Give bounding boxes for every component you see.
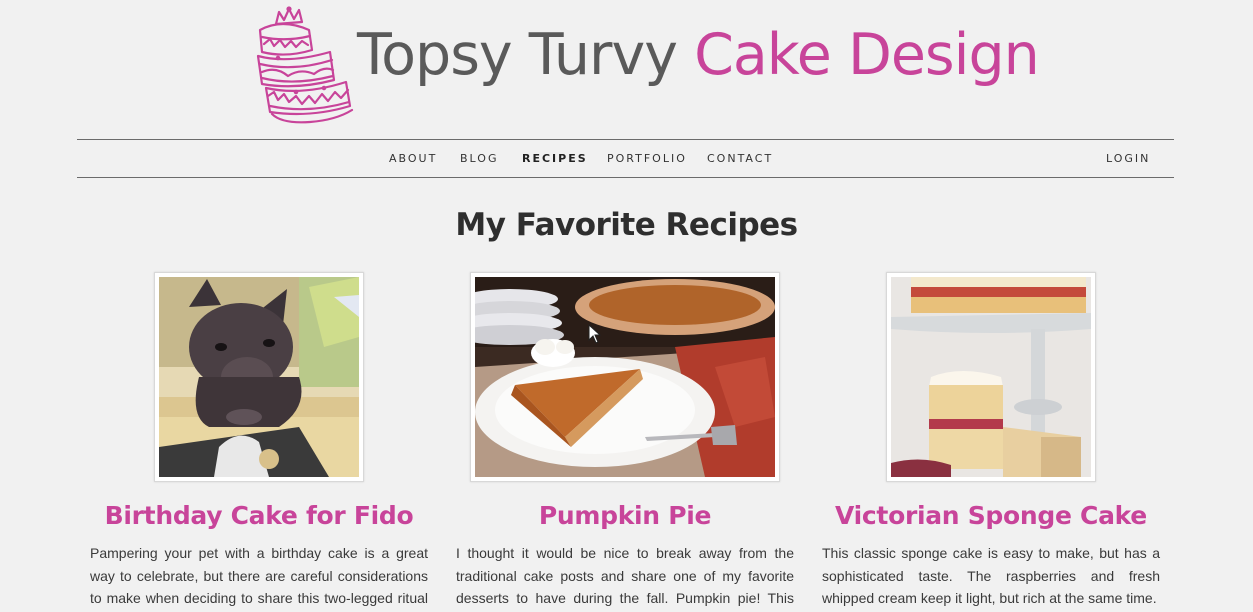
sponge-cake-photo [891, 277, 1091, 477]
recipe-image-fido[interactable] [154, 272, 364, 482]
dog-photo [159, 277, 359, 477]
nav-item-about[interactable]: ABOUT [389, 152, 437, 166]
pumpkin-pie-photo [475, 277, 775, 477]
mouse-pointer-icon [588, 324, 602, 344]
recipe-image-pumpkin-pie[interactable] [470, 272, 780, 482]
main-nav: ABOUT BLOG RECIPES PORTFOLIO CONTACT LOG… [77, 139, 1174, 178]
nav-item-portfolio[interactable]: PORTFOLIO [607, 152, 687, 166]
recipe-description-2: I thought it would be nice to break away… [456, 545, 794, 607]
nav-item-login[interactable]: LOGIN [1106, 152, 1150, 166]
recipe-description-1: Pampering your pet with a birthday cake … [90, 545, 428, 607]
site-header: Topsy Turvy Cake Design [0, 0, 1253, 138]
nav-item-blog[interactable]: BLOG [460, 152, 498, 166]
recipe-description-3: This classic sponge cake is easy to make… [822, 545, 1160, 607]
recipe-title-1[interactable]: Birthday Cake for Fido [90, 500, 428, 532]
brand-title-part1: Topsy Turvy [357, 22, 678, 88]
recipe-title-3[interactable]: Victorian Sponge Cake [822, 500, 1160, 532]
nav-item-contact[interactable]: CONTACT [707, 152, 773, 166]
layered-cake-icon[interactable] [252, 6, 356, 124]
brand-title[interactable]: Topsy Turvy Cake Design [357, 20, 1040, 90]
page-title: My Favorite Recipes [455, 207, 798, 243]
nav-item-recipes[interactable]: RECIPES [522, 152, 588, 166]
nav-links: ABOUT BLOG RECIPES PORTFOLIO CONTACT LOG… [77, 140, 1174, 177]
brand-title-part2: Cake Design [694, 22, 1040, 88]
recipe-title-2[interactable]: Pumpkin Pie [456, 500, 794, 532]
page: Topsy Turvy Cake Design ABOUT BLOG RECIP… [0, 0, 1253, 612]
recipe-image-sponge-cake[interactable] [886, 272, 1096, 482]
